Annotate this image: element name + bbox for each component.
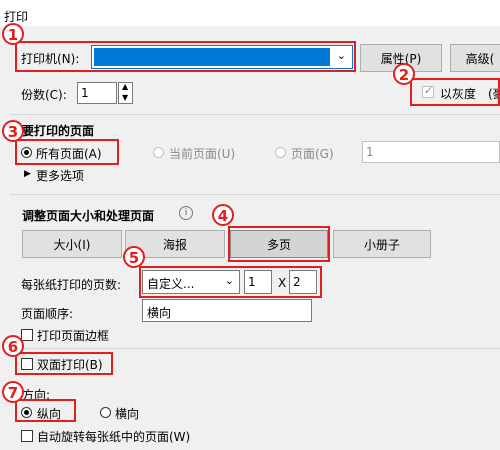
annotation-box-portrait <box>15 399 76 422</box>
copies-stepper[interactable]: ▲ ▼ <box>118 82 133 104</box>
annotation-box-printer <box>15 41 356 72</box>
annotation-badge-2: 2 <box>393 63 415 85</box>
auto-rotate-checkbox[interactable] <box>21 430 33 442</box>
stepper-down-icon[interactable]: ▼ <box>122 93 128 102</box>
annotation-box-pages-per-sheet <box>139 266 322 298</box>
separator <box>10 194 500 195</box>
annotation-box-grayscale <box>410 78 500 106</box>
pages-range-value: 1 <box>366 145 374 159</box>
more-options-link[interactable]: 更多选项 <box>36 167 84 184</box>
sizing-section-title: 调整页面大小和处理页面 <box>22 209 155 223</box>
pages-range-input[interactable]: 1 <box>362 141 500 163</box>
page-order-label: 页面顺序: <box>21 307 74 321</box>
pages-per-sheet-label: 每张纸打印的页数: <box>21 278 122 292</box>
print-border-label: 打印页面边框 <box>37 329 110 343</box>
separator <box>10 114 500 115</box>
separator <box>10 348 500 349</box>
annotation-badge-4: 4 <box>212 204 234 226</box>
copies-label: 份数(C): <box>21 88 67 102</box>
annotation-badge-7: 7 <box>2 381 24 403</box>
page-order-select[interactable]: 横向 <box>142 299 312 322</box>
landscape-label: 横向 <box>115 407 140 421</box>
triangle-right-icon[interactable]: ▶ <box>24 169 31 179</box>
current-page-label: 当前页面(U) <box>169 147 236 161</box>
info-icon: i <box>179 206 193 220</box>
annotation-badge-5: 5 <box>123 246 145 268</box>
radio-landscape[interactable] <box>100 407 111 418</box>
radio-pages[interactable] <box>275 147 286 158</box>
advanced-button[interactable]: 高级( <box>450 44 500 72</box>
pages-section-title: 要打印的页面 <box>22 124 95 138</box>
annotation-badge-6: 6 <box>2 335 24 357</box>
pages-label: 页面(G) <box>291 147 334 161</box>
page-order-value: 横向 <box>147 306 172 320</box>
copies-input[interactable]: 1 <box>77 82 117 104</box>
booklet-button[interactable]: 小册子 <box>333 230 431 258</box>
annotation-box-duplex <box>15 352 113 375</box>
annotation-box-multiple-pages <box>228 226 330 262</box>
annotation-badge-1: 1 <box>2 23 24 45</box>
title-bar <box>0 0 500 26</box>
copies-value: 1 <box>81 86 89 100</box>
radio-current-page[interactable] <box>153 147 164 158</box>
annotation-box-all-pages <box>15 139 119 165</box>
stepper-up-icon[interactable]: ▲ <box>122 82 128 91</box>
print-border-checkbox[interactable] <box>21 329 33 341</box>
auto-rotate-label: 自动旋转每张纸中的页面(W) <box>37 430 191 444</box>
annotation-badge-3: 3 <box>2 120 24 142</box>
size-button[interactable]: 大小(I) <box>22 230 122 258</box>
